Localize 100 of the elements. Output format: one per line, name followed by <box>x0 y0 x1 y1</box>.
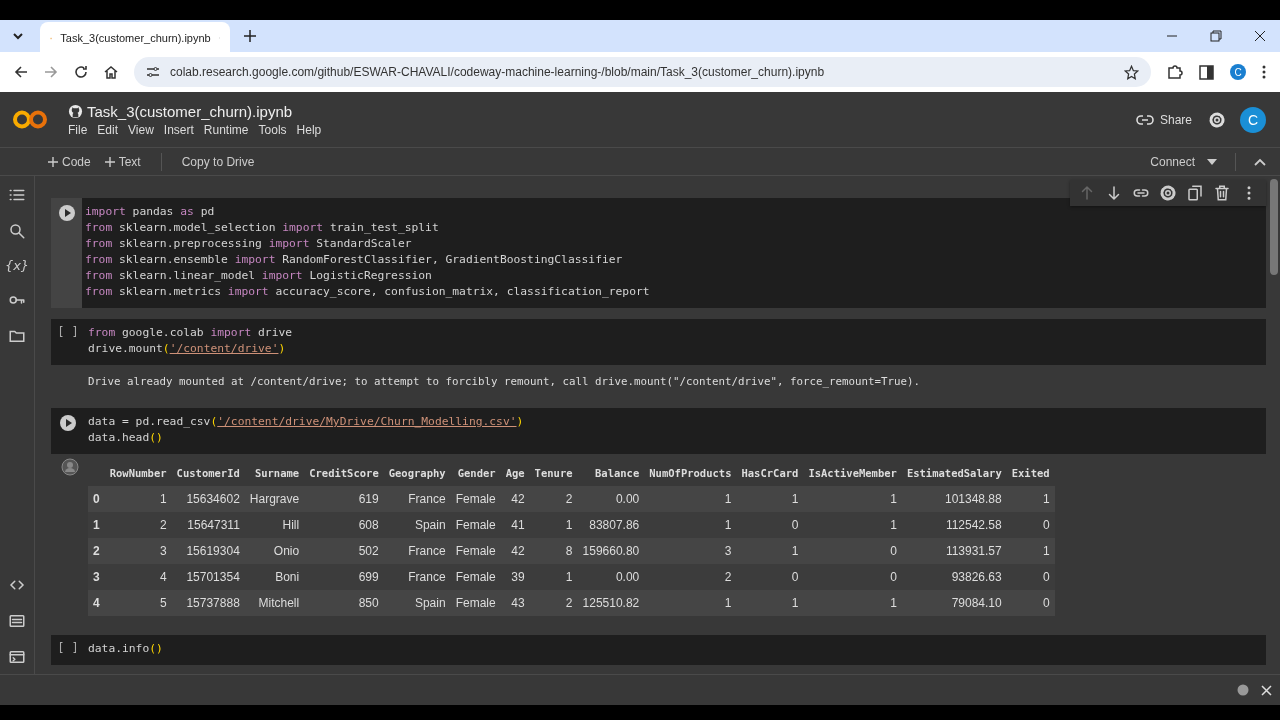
column-header: RowNumber <box>104 462 172 486</box>
table-cell: 93826.63 <box>901 564 1007 590</box>
table-cell: 1 <box>529 512 578 538</box>
table-cell: France <box>383 486 451 512</box>
side-panel-icon[interactable] <box>1199 64 1214 80</box>
forward-icon[interactable] <box>44 65 58 79</box>
table-cell: 42 <box>500 486 530 512</box>
caret-icon[interactable] <box>1207 158 1217 165</box>
column-header: Gender <box>450 462 501 486</box>
table-cell: 43 <box>500 590 530 616</box>
new-tab-icon[interactable] <box>244 30 256 42</box>
copy-to-drive-button[interactable]: Copy to Drive <box>179 152 257 171</box>
table-cell: 850 <box>304 590 384 616</box>
code-line: drive.mount('/content/drive') <box>88 341 287 357</box>
github-icon <box>68 103 83 119</box>
table-cell: 4 <box>104 564 172 590</box>
site-settings-icon[interactable] <box>146 66 160 78</box>
profile-avatar[interactable]: C <box>1230 64 1246 80</box>
code-cell[interactable]: [ ] data.info() <box>51 635 1266 665</box>
table-cell: 1 <box>1006 538 1055 564</box>
table-cell: Boni <box>244 564 305 590</box>
address-field[interactable]: colab.research.google.com/github/ESWAR-CHAVALI/codeway-machine-learning-/blob/main/Task_3(customer_churn).ipynb <box>134 57 1151 87</box>
share-button[interactable]: Share <box>1133 110 1194 129</box>
scrollbar-thumb[interactable] <box>1270 179 1278 275</box>
more-icon[interactable] <box>1262 65 1266 79</box>
table-cell: 3 <box>644 538 737 564</box>
table-cell: Spain <box>383 590 451 616</box>
reload-icon[interactable] <box>74 65 88 79</box>
menu-item[interactable]: File <box>68 122 88 137</box>
menu-item[interactable]: Runtime <box>203 122 249 137</box>
table-cell: 2 <box>529 590 578 616</box>
home-icon[interactable] <box>104 65 118 79</box>
code-cell[interactable]: [ ] from google.colab import drive drive.mount('/content/drive') <box>51 319 1266 365</box>
output-menu-icon[interactable] <box>60 458 79 476</box>
code-line: from sklearn.linear_model import LogisticRegression <box>85 268 433 284</box>
gear-icon[interactable] <box>1208 110 1226 129</box>
table-cell: 0 <box>736 512 804 538</box>
column-header: Balance <box>577 462 645 486</box>
variables-icon[interactable]: {x} <box>4 258 30 273</box>
menu-item[interactable]: Edit <box>97 122 119 137</box>
browser-tab[interactable]: Task_3(customer_churn).ipynb <box>40 22 230 54</box>
menu-item[interactable]: Insert <box>163 122 194 137</box>
table-cell: 0.00 <box>577 486 645 512</box>
notebook-title[interactable]: Task_3(customer_churn).ipynb <box>87 102 293 120</box>
extensions-icon[interactable] <box>1167 64 1183 80</box>
table-cell: 2 <box>644 564 737 590</box>
code-line: from sklearn.metrics import accuracy_score, confusion_matrix, classification_report <box>85 284 650 300</box>
output-text: Drive already mounted at /content/drive; to attempt to forcibly remount, call drive.mount("/content/drive", force_remount=True). <box>88 375 921 388</box>
table-cell: 1 <box>736 486 804 512</box>
table-cell: Female <box>450 512 501 538</box>
row-index: 4 <box>88 590 105 616</box>
run-icon[interactable] <box>57 204 76 222</box>
table-cell: 42 <box>500 538 530 564</box>
code-line: from sklearn.preprocessing import StandardScaler <box>85 236 413 252</box>
column-header: Age <box>500 462 530 486</box>
connect-button[interactable]: Connect <box>1148 152 1197 171</box>
table-cell: 0 <box>1006 590 1055 616</box>
table-cell: 79084.10 <box>901 590 1007 616</box>
search-icon[interactable] <box>8 222 26 240</box>
collapse-icon[interactable] <box>1254 157 1266 166</box>
table-cell: Hill <box>244 512 305 538</box>
table-cell: 15619304 <box>171 538 245 564</box>
plus-icon <box>104 156 115 167</box>
table-cell: 1 <box>644 512 737 538</box>
restore-icon[interactable] <box>1210 30 1222 42</box>
table-cell: France <box>383 564 451 590</box>
star-icon[interactable] <box>1124 64 1139 80</box>
table-cell: 39 <box>500 564 530 590</box>
column-header: Tenure <box>529 462 578 486</box>
menu-item[interactable]: View <box>128 122 154 137</box>
column-header: Surname <box>244 462 305 486</box>
table-cell: Female <box>450 486 501 512</box>
add-button[interactable]: Code <box>46 152 93 171</box>
gear-icon[interactable] <box>1159 184 1177 202</box>
mirror-icon[interactable] <box>1186 184 1204 202</box>
table-cell: 0 <box>803 564 902 590</box>
table-cell: 15701354 <box>171 564 245 590</box>
trash-icon[interactable] <box>1213 184 1231 202</box>
add-button[interactable]: Text <box>102 152 143 171</box>
table-cell: 0 <box>1006 512 1055 538</box>
table-cell: 1 <box>736 538 804 564</box>
table-cell: 0 <box>736 564 804 590</box>
menu-item[interactable]: Tools <box>258 122 287 137</box>
table-cell: 0 <box>1006 564 1055 590</box>
execution-prompt: [ ] <box>57 641 79 657</box>
table-cell: 1 <box>644 590 737 616</box>
back-icon[interactable] <box>14 65 28 79</box>
code-cell[interactable] <box>51 198 1266 308</box>
code-cell[interactable]: data = pd.read_csv('/content/drive/MyDrive/Churn_Modelling.csv') data.head() <box>51 408 1266 454</box>
run-icon[interactable] <box>59 414 77 432</box>
column-header: Exited <box>1006 462 1055 486</box>
link-icon <box>1135 113 1154 126</box>
terminal-icon[interactable] <box>8 648 26 666</box>
plus-icon <box>48 156 58 167</box>
column-header: IsActiveMember <box>803 462 902 486</box>
table-cell: 1 <box>644 486 737 512</box>
table-cell: 1 <box>529 564 578 590</box>
user-avatar[interactable]: C <box>1240 106 1266 133</box>
menu-item[interactable]: Help <box>296 122 322 137</box>
row-index: 3 <box>88 564 105 590</box>
